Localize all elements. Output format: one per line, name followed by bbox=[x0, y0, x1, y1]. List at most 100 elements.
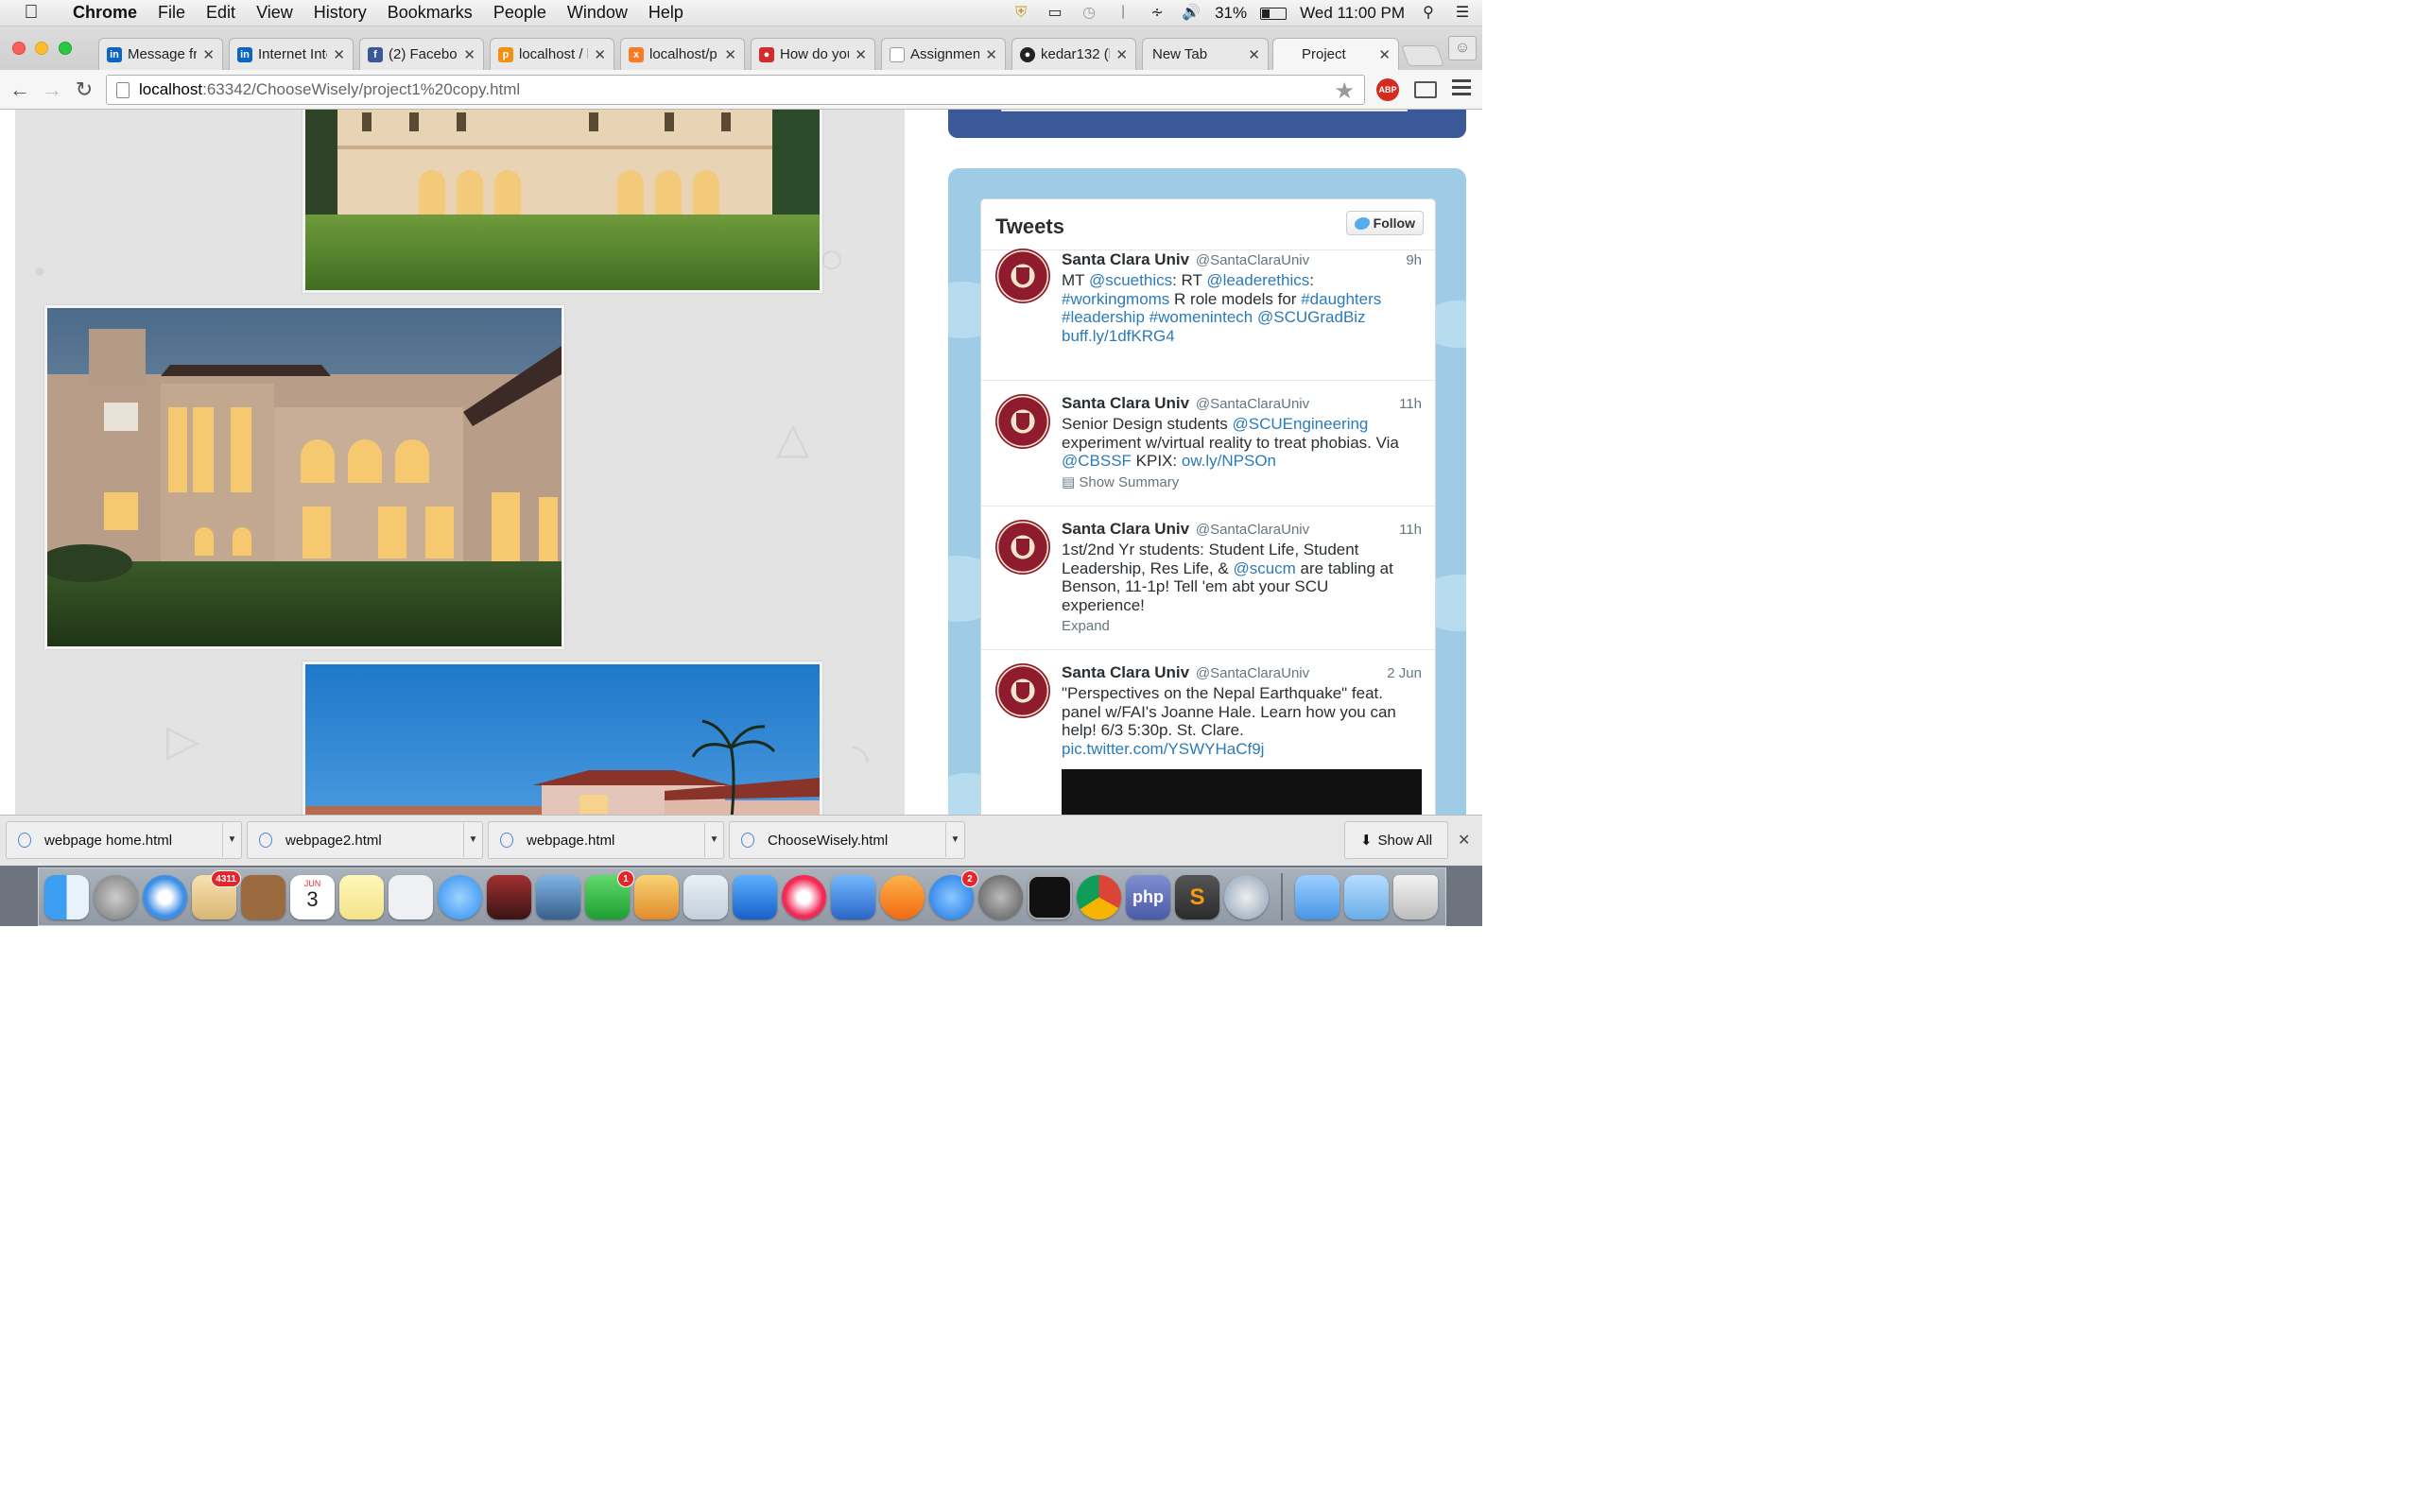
launchpad-rocket-icon[interactable] bbox=[94, 874, 138, 919]
keynote-icon[interactable] bbox=[733, 874, 777, 919]
address-bar[interactable]: localhost:63342/ChooseWisely/project1%20… bbox=[106, 75, 1365, 105]
tweet-link[interactable]: #leadership bbox=[1062, 308, 1145, 326]
facetime-camera-icon[interactable]: 1 bbox=[585, 869, 634, 919]
tweet-item[interactable]: Santa Clara Univ @SantaClaraUniv 11h Sen… bbox=[981, 381, 1435, 507]
cast-icon[interactable] bbox=[1414, 81, 1437, 98]
numbers-chart-icon[interactable] bbox=[683, 874, 728, 919]
wifi-icon[interactable]: ∻ bbox=[1147, 5, 1167, 22]
tab-close-icon[interactable]: ✕ bbox=[333, 46, 345, 63]
tweet-time[interactable]: 11h bbox=[1399, 396, 1422, 412]
tweet-link[interactable]: pic.twitter.com/YSWYHaCf9j bbox=[1062, 740, 1264, 758]
back-arrow-icon[interactable]: ← bbox=[8, 77, 32, 102]
window-minimize-button[interactable] bbox=[35, 42, 48, 55]
mail-stamp-icon[interactable]: 4311 bbox=[192, 869, 241, 919]
tweet-link[interactable]: buff.ly/1dfKRG4 bbox=[1062, 327, 1175, 345]
ibooks-icon[interactable] bbox=[880, 874, 925, 919]
tab-close-icon[interactable]: ✕ bbox=[202, 46, 215, 63]
gallery-photo-2[interactable] bbox=[44, 305, 564, 649]
tab-how-do-you[interactable]: ● How do you ✕ bbox=[751, 38, 875, 70]
download-item[interactable]: webpage home.html ▼ bbox=[6, 821, 242, 859]
time-machine-icon[interactable]: ◷ bbox=[1079, 5, 1099, 22]
photo-booth-icon[interactable] bbox=[487, 874, 531, 919]
applications-folder-icon[interactable] bbox=[1295, 874, 1340, 919]
pages-icon[interactable] bbox=[634, 874, 679, 919]
clock[interactable]: Wed 11:00 PM bbox=[1300, 4, 1405, 23]
tab-close-icon[interactable]: ✕ bbox=[594, 46, 606, 63]
gallery-photo-3[interactable] bbox=[302, 662, 822, 815]
tweet-item[interactable]: Santa Clara Univ @SantaClaraUniv 2 Jun "… bbox=[981, 650, 1435, 815]
safari-compass-icon[interactable] bbox=[143, 874, 187, 919]
tweet-author[interactable]: Santa Clara Univ @SantaClaraUniv bbox=[1062, 394, 1309, 413]
contacts-icon[interactable] bbox=[241, 874, 285, 919]
trash-icon[interactable] bbox=[1393, 874, 1438, 919]
menu-people[interactable]: People bbox=[483, 3, 557, 23]
adblock-plus-icon[interactable]: ABP bbox=[1376, 78, 1399, 101]
menu-bookmarks[interactable]: Bookmarks bbox=[377, 3, 483, 23]
tab-close-icon[interactable]: ✕ bbox=[463, 46, 475, 63]
tab-internet[interactable]: in Internet Inte ✕ bbox=[229, 38, 354, 70]
system-preferences-gear-icon[interactable] bbox=[978, 874, 1023, 919]
download-item[interactable]: webpage.html ▼ bbox=[488, 821, 724, 859]
tab-assignment[interactable]: Assignment ✕ bbox=[881, 38, 1006, 70]
tab-localhost[interactable]: x localhost/p ✕ bbox=[620, 38, 745, 70]
tab-message[interactable]: in Message fro ✕ bbox=[98, 38, 223, 70]
spotlight-search-icon[interactable]: ⚲ bbox=[1418, 5, 1439, 22]
window-zoom-button[interactable] bbox=[59, 42, 72, 55]
expand-link[interactable]: Expand bbox=[1062, 618, 1110, 634]
sublime-text-icon[interactable]: S bbox=[1175, 874, 1219, 919]
chevron-down-icon[interactable]: ▼ bbox=[704, 823, 723, 857]
tweet-author[interactable]: Santa Clara Univ @SantaClaraUniv bbox=[1062, 663, 1309, 682]
follow-button[interactable]: Follow bbox=[1345, 211, 1424, 235]
download-item[interactable]: webpage2.html ▼ bbox=[247, 821, 483, 859]
reminders-icon[interactable] bbox=[389, 874, 433, 919]
itunes-music-icon[interactable] bbox=[782, 874, 826, 919]
tweet-link[interactable]: @scuethics bbox=[1089, 271, 1172, 289]
download-item[interactable]: ChooseWisely.html ▼ bbox=[729, 821, 965, 859]
app-store-icon[interactable]: 2 bbox=[929, 869, 978, 919]
avatar[interactable] bbox=[995, 663, 1050, 718]
avatar[interactable] bbox=[995, 249, 1050, 303]
xcode-hammer-icon[interactable] bbox=[831, 874, 875, 919]
terminal-icon[interactable] bbox=[1028, 874, 1072, 919]
tab-close-icon[interactable]: ✕ bbox=[985, 46, 997, 63]
menu-view[interactable]: View bbox=[246, 3, 303, 23]
tab-close-icon[interactable]: ✕ bbox=[1248, 46, 1260, 63]
web-page-viewport[interactable]: ○ △ ▷ ◝ ● Tweets Follow Santa Clara Univ… bbox=[0, 110, 1482, 815]
tab-close-icon[interactable]: ✕ bbox=[724, 46, 736, 63]
bookmark-star-icon[interactable]: ★ bbox=[1334, 77, 1355, 105]
tweet-time[interactable]: 9h bbox=[1406, 252, 1422, 268]
tab-close-icon[interactable]: ✕ bbox=[1378, 46, 1391, 63]
tweet-link[interactable]: @CBSSF bbox=[1062, 452, 1132, 470]
new-tab-button[interactable] bbox=[1400, 45, 1445, 66]
tab-close-icon[interactable]: ✕ bbox=[1115, 46, 1128, 63]
tweet-item[interactable]: Santa Clara Univ @SantaClaraUniv 11h 1st… bbox=[981, 507, 1435, 650]
phpstorm-icon[interactable]: php bbox=[1126, 874, 1170, 919]
tweet-author[interactable]: Santa Clara Univ @SantaClaraUniv bbox=[1062, 520, 1309, 539]
chrome-icon[interactable] bbox=[1077, 874, 1121, 919]
menu-window[interactable]: Window bbox=[557, 3, 638, 23]
avatar[interactable] bbox=[995, 520, 1050, 575]
menu-help[interactable]: Help bbox=[638, 3, 694, 23]
battery-icon[interactable] bbox=[1260, 7, 1288, 20]
menu-app-name[interactable]: Chrome bbox=[62, 3, 147, 23]
tab-project-active[interactable]: Project ✕ bbox=[1272, 38, 1399, 70]
tweet-time[interactable]: 2 Jun bbox=[1387, 665, 1422, 681]
reload-icon[interactable]: ↻ bbox=[72, 77, 96, 102]
bluetooth-icon[interactable]: ᛁ bbox=[1113, 5, 1133, 22]
tweet-time[interactable]: 11h bbox=[1399, 522, 1422, 538]
menu-file[interactable]: File bbox=[147, 3, 196, 23]
apple-menu-icon[interactable]:  bbox=[0, 2, 62, 24]
shield-icon[interactable]: ⛨ bbox=[1011, 5, 1031, 22]
profile-avatar-icon[interactable]: ☺ bbox=[1448, 36, 1477, 60]
menu-edit[interactable]: Edit bbox=[196, 3, 246, 23]
show-all-downloads-button[interactable]: ⬇ Show All bbox=[1344, 821, 1448, 859]
chrome-menu-icon[interactable] bbox=[1452, 79, 1471, 98]
iphoto-icon[interactable] bbox=[536, 874, 580, 919]
tweet-link[interactable]: @scucm bbox=[1233, 559, 1295, 577]
tweet-media-image[interactable] bbox=[1062, 769, 1422, 815]
tweet-link[interactable]: #womenintech bbox=[1150, 308, 1253, 326]
tab-facebook[interactable]: f (2) Faceboo ✕ bbox=[359, 38, 484, 70]
menu-history[interactable]: History bbox=[303, 3, 377, 23]
tweet-item[interactable]: Santa Clara Univ @SantaClaraUniv 9h MT @… bbox=[981, 249, 1435, 381]
airplay-icon[interactable]: ▭ bbox=[1045, 5, 1065, 22]
